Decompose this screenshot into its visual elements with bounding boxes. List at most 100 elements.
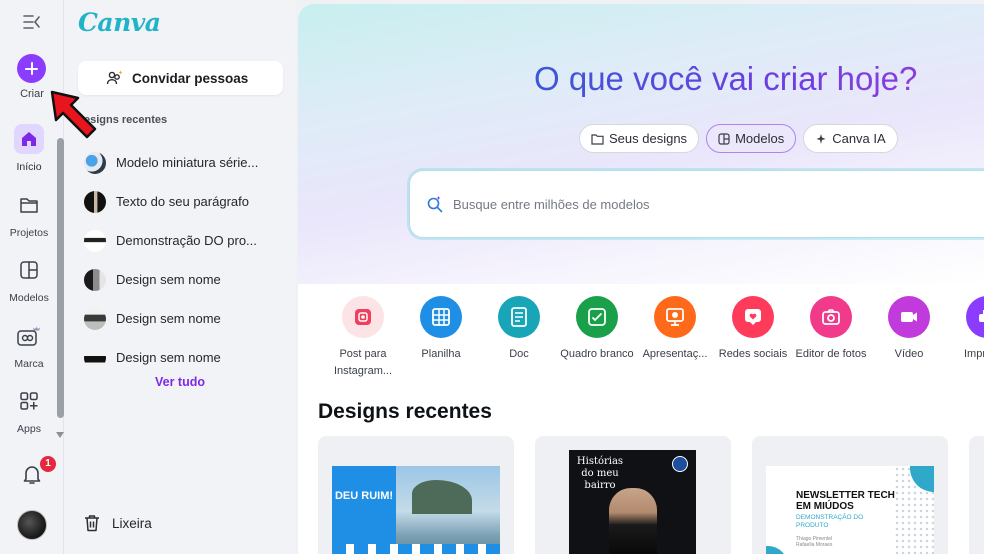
category-spreadsheet[interactable]: Planilha: [402, 296, 480, 380]
category-label: Quadro branco: [560, 348, 634, 360]
main-content: O que você vai criar hoje? Seus designs …: [298, 4, 984, 554]
design-card[interactable]: NEWSLETTER TECH EM MIÚDOS DEMONSTRAÇÃO D…: [752, 436, 948, 554]
category-instagram-post[interactable]: Post para Instagram...: [324, 296, 402, 380]
design-title: Texto do seu parágrafo: [116, 194, 249, 209]
design-preview: DEU RUIM!: [332, 466, 500, 554]
category-label: Editor de fotos: [795, 348, 867, 360]
whiteboard-icon: [576, 296, 618, 338]
rail-label: Modelos: [9, 292, 49, 304]
rail-label: Apps: [17, 423, 41, 435]
category-social-media[interactable]: Redes sociais: [714, 296, 792, 380]
tab-templates[interactable]: Modelos: [706, 124, 797, 153]
design-thumbnail: [84, 151, 106, 174]
mountain-shape: [412, 480, 472, 514]
card-title: NEWSLETTER TECH EM MIÚDOS: [796, 490, 895, 512]
avatar[interactable]: [17, 510, 47, 540]
design-card[interactable]: Histórias do meu bairro: [535, 436, 731, 554]
presentation-icon: [654, 296, 696, 338]
design-title: Demonstração DO pro...: [116, 233, 257, 248]
design-preview: NEWSLETTER TECH EM MIÚDOS DEMONSTRAÇÃO D…: [766, 466, 934, 554]
list-item[interactable]: Design sem nome: [84, 338, 284, 377]
video-icon: [888, 296, 930, 338]
category-shortcuts: Post para Instagram... Planilha Doc Quad…: [324, 296, 984, 380]
category-whiteboard[interactable]: Quadro branco: [558, 296, 636, 380]
brand-icon: [14, 321, 44, 351]
search-mode-tabs: Seus designs Modelos Canva IA: [579, 124, 898, 153]
design-thumbnail: [84, 307, 106, 330]
collapse-menu-icon[interactable]: [22, 12, 42, 32]
templates-icon: [14, 255, 44, 285]
design-thumbnail: [84, 190, 106, 213]
design-card[interactable]: [969, 436, 984, 554]
list-item[interactable]: Modelo miniatura série...: [84, 143, 284, 182]
club-badge-icon: [672, 456, 688, 472]
design-thumbnail: [84, 229, 106, 252]
recent-designs-grid: DEU RUIM! Histórias do meu bairro NEWSLE…: [318, 436, 984, 554]
print-icon: [966, 296, 984, 338]
annotation-arrow-icon: [50, 90, 97, 139]
teal-corner-shape: [766, 546, 788, 554]
category-label: Vídeo: [894, 348, 924, 360]
trash-icon: [85, 515, 99, 532]
sparkle-icon: [816, 133, 826, 144]
search-input[interactable]: [453, 196, 933, 212]
instagram-post-icon: [342, 296, 384, 338]
design-title: Modelo miniatura série...: [116, 155, 259, 170]
category-label: Impres: [964, 348, 984, 360]
canva-logo[interactable]: Canva: [78, 8, 161, 37]
category-presentation[interactable]: Apresentaç...: [636, 296, 714, 380]
card-authors: Thiago Pimentel Rafaella Moraes: [796, 536, 833, 548]
tab-your-designs[interactable]: Seus designs: [579, 124, 700, 153]
player-photo: [609, 488, 657, 554]
card-subtitle: DEMONSTRAÇÃO DO PRODUTO: [796, 514, 864, 529]
list-item[interactable]: Design sem nome: [84, 260, 284, 299]
category-video[interactable]: Vídeo: [870, 296, 948, 380]
list-item[interactable]: Texto do seu parágrafo: [84, 182, 284, 221]
search-icon: [427, 196, 443, 213]
see-all-link[interactable]: Ver tudo: [64, 375, 296, 389]
recent-designs-list: Modelo miniatura série... Texto do seu p…: [84, 143, 284, 377]
home-icon: [14, 124, 44, 154]
create-button[interactable]: [17, 54, 46, 83]
panel-scrollbar[interactable]: [57, 138, 64, 418]
wave-pattern: [332, 544, 500, 554]
side-panel: Canva Convidar pessoas esigns recentes M…: [56, 0, 296, 554]
tab-label: Canva IA: [832, 131, 886, 146]
design-title: Design sem nome: [116, 350, 221, 365]
rail-item-apps[interactable]: Apps: [0, 386, 64, 442]
folder-icon: [14, 190, 44, 220]
left-rail: Criar Início Projetos Modelos Marca Apps…: [0, 0, 64, 554]
trash-label: Lixeira: [112, 515, 152, 531]
rail-item-templates[interactable]: Modelos: [0, 255, 64, 311]
category-label: Apresentaç...: [642, 348, 708, 360]
scroll-down-icon[interactable]: [56, 432, 64, 438]
photo-editor-icon: [810, 296, 852, 338]
page-title: O que você vai criar hoje?: [534, 60, 918, 97]
apps-icon: [14, 386, 44, 416]
tab-label: Seus designs: [609, 131, 688, 146]
rail-item-brand[interactable]: Marca: [0, 321, 64, 377]
category-label: Planilha: [421, 348, 461, 360]
design-preview: Histórias do meu bairro: [569, 450, 696, 554]
list-item[interactable]: Design sem nome: [84, 299, 284, 338]
tab-canva-ai[interactable]: Canva IA: [803, 124, 898, 153]
list-item[interactable]: Demonstração DO pro...: [84, 221, 284, 260]
spreadsheet-icon: [420, 296, 462, 338]
design-title: Design sem nome: [116, 272, 221, 287]
design-thumbnail: [84, 268, 106, 291]
folder-icon: [591, 133, 604, 145]
invite-people-button[interactable]: Convidar pessoas: [78, 61, 283, 95]
category-print[interactable]: Impres: [948, 296, 984, 380]
rail-item-projects[interactable]: Projetos: [0, 190, 64, 246]
search-bar[interactable]: [409, 170, 984, 238]
category-doc[interactable]: Doc: [480, 296, 558, 380]
tab-label: Modelos: [735, 131, 785, 146]
design-card[interactable]: DEU RUIM!: [318, 436, 514, 554]
category-photo-editor[interactable]: Editor de fotos: [792, 296, 870, 380]
invite-people-label: Convidar pessoas: [132, 70, 249, 86]
category-label: Redes sociais: [718, 348, 788, 360]
trash-button[interactable]: Lixeira: [84, 514, 152, 532]
design-thumbnail: [84, 346, 106, 369]
card-title: Histórias do meu bairro: [576, 456, 624, 491]
rail-label: Projetos: [9, 227, 49, 239]
